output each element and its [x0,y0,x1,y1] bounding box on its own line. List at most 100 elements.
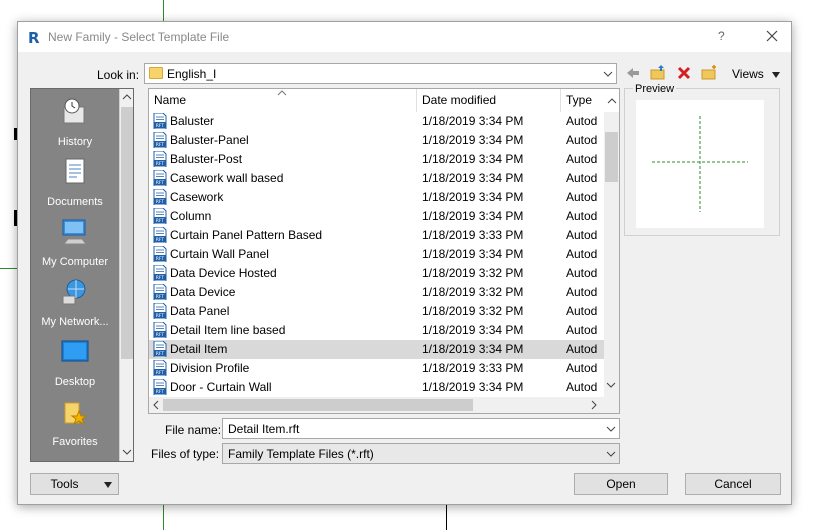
table-row[interactable]: RFT Data Panel 1/18/2019 3:32 PM Autod [149,302,604,321]
file-type: Autod [566,114,598,128]
open-button[interactable]: Open [574,473,668,495]
file-list-vertical-scrollbar[interactable] [604,112,619,413]
places-scrollbar[interactable] [119,89,133,461]
file-date: 1/18/2019 3:34 PM [422,323,524,337]
back-arrow-icon[interactable] [624,64,642,82]
place-favorites[interactable]: Favorites [31,397,119,448]
file-type: Autod [566,361,598,375]
views-button[interactable]: Views [732,67,764,81]
table-row[interactable]: RFT Curtain Wall Panel 1/18/2019 3:34 PM Au… [149,245,604,264]
table-row[interactable]: RFT Baluster-Panel 1/18/2019 3:34 PM Autod [149,131,604,150]
file-type-label: Files of type: [151,447,220,461]
cancel-button[interactable]: Cancel [685,473,781,495]
look-in-value: English_I [167,67,217,81]
file-type: Autod [566,380,598,394]
up-folder-icon[interactable] [649,64,667,82]
table-row[interactable]: RFT Casework wall based 1/18/2019 3:34 PM A… [149,169,604,188]
places-scroll-thumb[interactable] [121,107,133,359]
file-date: 1/18/2019 3:33 PM [422,228,524,242]
file-type: Autod [566,342,598,356]
help-button[interactable]: ? [718,29,725,43]
table-row[interactable]: RFT Baluster-Post 1/18/2019 3:34 PM Autod [149,150,604,169]
file-date: 1/18/2019 3:34 PM [422,114,524,128]
chevron-down-icon[interactable] [772,72,780,78]
rft-file-icon: RFT [153,360,167,376]
file-date: 1/18/2019 3:33 PM [422,361,524,375]
rft-file-icon: RFT [153,189,167,205]
table-row[interactable]: RFT Casework 1/18/2019 3:34 PM Autod [149,188,604,207]
table-row[interactable]: RFT Division Profile 1/18/2019 3:33 PM Auto… [149,359,604,378]
background-mark [446,505,447,530]
chevron-down-icon[interactable] [606,449,616,459]
new-folder-icon[interactable] [700,64,718,82]
close-icon[interactable] [762,26,782,46]
file-name-input[interactable]: Detail Item.rft [222,418,620,439]
table-row[interactable]: RFT Baluster 1/18/2019 3:34 PM Autod [149,112,604,131]
table-row[interactable]: RFT Detail Item 1/18/2019 3:34 PM Autod [149,340,604,359]
revit-app-icon: R [28,29,40,47]
chevron-down-icon[interactable] [606,424,616,434]
column-header-date[interactable]: Date modified [417,89,561,112]
file-type: Autod [566,304,598,318]
table-row[interactable]: RFT Data Device 1/18/2019 3:32 PM Autod [149,283,604,302]
look-in-dropdown[interactable]: English_I [144,63,617,84]
file-date: 1/18/2019 3:32 PM [422,285,524,299]
column-header-name[interactable]: Name [149,89,417,112]
chevron-up-icon[interactable] [607,96,617,106]
places-bar: History Documents My Computer My Network… [30,88,134,462]
window-title: New Family - Select Template File [48,30,230,44]
file-name: Detail Item line based [170,323,286,337]
column-label: Date modified [422,93,497,107]
rft-file-icon-text: RFT [156,180,165,186]
rft-file-icon: RFT [153,151,167,167]
file-date: 1/18/2019 3:34 PM [422,152,524,166]
rft-file-icon-text: RFT [156,199,165,205]
table-row[interactable]: RFT Curtain Panel Pattern Based 1/18/2019 … [149,226,604,245]
file-type: Autod [566,285,598,299]
vertical-scroll-thumb[interactable] [605,132,618,182]
rft-file-icon-text: RFT [156,351,165,357]
chevron-right-icon[interactable] [589,400,599,410]
file-date: 1/18/2019 3:34 PM [422,171,524,185]
table-row[interactable]: RFT Detail Item line based 1/18/2019 3:34 … [149,321,604,340]
chevron-down-icon[interactable] [122,447,132,457]
file-name: Column [170,209,212,223]
background-guide-vertical [163,0,164,21]
rft-file-icon: RFT [153,341,167,357]
place-desktop[interactable]: Desktop [31,337,119,388]
tools-button[interactable]: Tools [30,473,119,495]
file-list: Name Date modified Type RFT Baluster 1/18/… [148,88,620,414]
chevron-down-icon[interactable] [606,380,616,390]
file-name: Baluster-Post [170,152,243,166]
file-type: Autod [566,152,598,166]
file-name: Curtain Wall Panel [170,247,269,261]
rft-file-icon-text: RFT [156,332,165,338]
file-name-value: Detail Item.rft [228,422,300,436]
file-date: 1/18/2019 3:34 PM [422,380,524,394]
place-history[interactable]: History [31,97,119,148]
chevron-down-icon [603,71,613,77]
chevron-up-icon[interactable] [122,92,132,102]
file-type: Autod [566,266,598,280]
table-row[interactable]: RFT Column 1/18/2019 3:34 PM Autod [149,207,604,226]
place-my-computer[interactable]: My Computer [31,217,119,268]
delete-icon[interactable] [675,64,693,82]
file-date: 1/18/2019 3:34 PM [422,342,524,356]
table-row[interactable]: RFT Data Device Hosted 1/18/2019 3:32 PM Au… [149,264,604,283]
place-my-network[interactable]: My Network... [31,277,119,328]
file-name: Door - Curtain Wall [170,380,272,394]
sort-ascending-icon [277,90,287,96]
table-row[interactable]: RFT Door - Curtain Wall 1/18/2019 3:34 PM A… [149,378,604,397]
file-date: 1/18/2019 3:34 PM [422,247,524,261]
file-name: Curtain Panel Pattern Based [170,228,323,242]
place-documents[interactable]: Documents [31,157,119,208]
file-type-dropdown[interactable]: Family Template Files (*.rft) [222,443,620,464]
column-header-type[interactable]: Type [561,89,604,112]
rft-file-icon-text: RFT [156,313,165,319]
file-list-horizontal-scrollbar[interactable] [149,397,604,413]
rft-file-icon-text: RFT [156,161,165,167]
rft-file-icon: RFT [153,227,167,243]
chevron-left-icon[interactable] [151,400,161,410]
horizontal-scroll-thumb[interactable] [163,399,473,411]
rft-file-icon: RFT [153,265,167,281]
